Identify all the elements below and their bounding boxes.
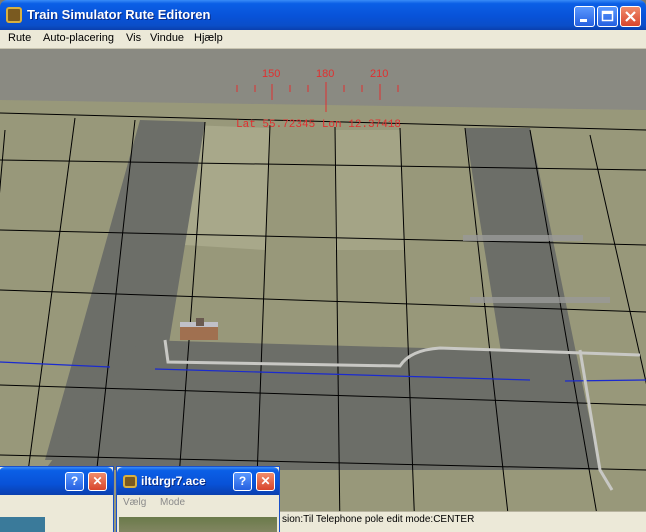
left-panel-titlebar[interactable]: ? ✕ (0, 467, 113, 495)
menu-vis[interactable]: Vis (126, 32, 141, 44)
menu-rute[interactable]: Rute (8, 32, 31, 44)
main-window: Train Simulator Rute Editoren Rute Auto-… (0, 0, 646, 532)
position-readout: Lat 55.72345 Lon 12.37418 (236, 119, 401, 131)
close-icon (625, 11, 636, 22)
minimize-button[interactable] (574, 6, 595, 27)
maximize-icon (601, 10, 614, 22)
app-icon (6, 7, 22, 23)
status-text: sion:Til Telephone pole edit mode:CENTER (282, 514, 475, 525)
menu-mode[interactable]: Mode (160, 497, 185, 508)
menu-hjaelp[interactable]: Hjælp (194, 32, 223, 44)
compass-tick-150: 150 (262, 68, 280, 80)
platform (470, 297, 610, 303)
terrain-scene[interactable]: 150 180 210 Lat 55.72345 Lon 12.37418 (0, 49, 646, 532)
texture-panel: iltdrgr7.ace ? ✕ Vælg Mode (116, 466, 280, 532)
help-button[interactable]: ? (233, 472, 252, 491)
maximize-button[interactable] (597, 6, 618, 27)
menu-bar: Rute Auto-placering Vis Vindue Hjælp (0, 30, 646, 49)
texture-panel-title: iltdrgr7.ace (141, 474, 206, 488)
title-bar[interactable]: Train Simulator Rute Editoren (0, 0, 646, 30)
texture-panel-menu: Vælg Mode (117, 495, 279, 511)
minimize-icon (580, 19, 587, 22)
compass-tick-210: 210 (370, 68, 388, 80)
help-button[interactable]: ? (65, 472, 84, 491)
close-button[interactable]: ✕ (256, 472, 275, 491)
compass-tick-180: 180 (316, 68, 334, 80)
texture-panel-titlebar[interactable]: iltdrgr7.ace ? ✕ (117, 467, 279, 495)
close-button[interactable] (620, 6, 641, 27)
preview-thumbnail (0, 517, 45, 532)
texture-icon (123, 475, 137, 488)
menu-vaelg[interactable]: Vælg (123, 497, 146, 508)
texture-preview (119, 517, 277, 532)
menu-auto-placering[interactable]: Auto-placering (43, 32, 114, 44)
close-button[interactable]: ✕ (88, 472, 107, 491)
window-title: Train Simulator Rute Editoren (27, 7, 211, 22)
left-tool-panel: ? ✕ (0, 466, 114, 532)
grass-patch (335, 130, 405, 250)
platform (463, 235, 583, 241)
menu-vindue[interactable]: Vindue (150, 32, 184, 44)
3d-viewport[interactable]: 150 180 210 Lat 55.72345 Lon 12.37418 (0, 49, 646, 532)
